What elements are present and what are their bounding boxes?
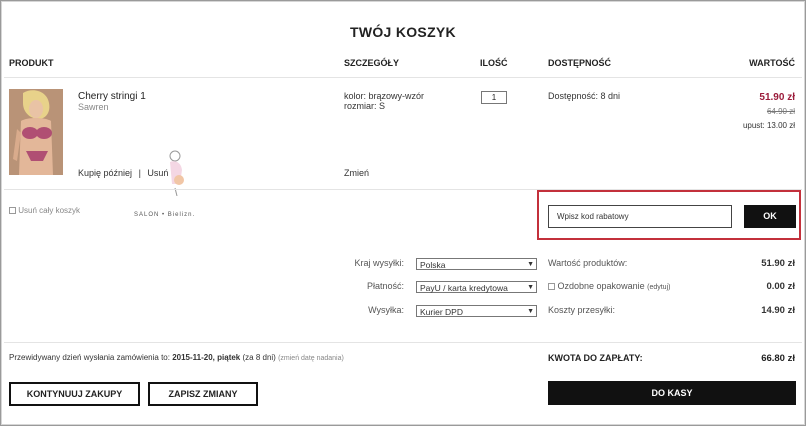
size-value: S — [379, 101, 386, 111]
dropdown-arrow-icon: ▼ — [527, 261, 534, 268]
save-changes-button[interactable]: ZAPISZ ZMIANY — [148, 382, 258, 406]
gift-wrap-option[interactable]: Ozdobne opakowanie (edytuj) — [548, 281, 670, 291]
dispatch-days: (za 8 dni) — [242, 353, 276, 362]
old-price: 64.90 zł — [766, 107, 795, 116]
buy-later-link[interactable]: Kupię później — [78, 168, 132, 178]
gift-wrap-edit-link[interactable]: (edytuj) — [647, 284, 670, 291]
gift-wrap-label: Ozdobne opakowanie — [557, 281, 645, 291]
payment-value: PayU / karta kredytowa — [420, 283, 508, 293]
change-dispatch-date-link[interactable]: (zmień datę nadania) — [278, 355, 344, 362]
remove-cart-label: Usuń cały koszyk — [18, 206, 81, 215]
coupon-ok-button[interactable]: OK — [744, 205, 796, 228]
product-image[interactable] — [9, 89, 63, 175]
page-title: TWÓJ KOSZYK — [350, 24, 456, 40]
delivery-method-label: Wysyłka: — [368, 305, 404, 315]
remove-cart[interactable]: Usuń cały koszyk — [9, 206, 80, 215]
column-availability: DOSTĘPNOŚĆ — [548, 58, 612, 68]
column-product: PRODUKT — [9, 58, 54, 68]
payment-label: Płatność: — [366, 281, 404, 291]
dispatch-prefix: Przewidywany dzień wysłania zamówienia t… — [9, 353, 170, 362]
delivery-method-value: Kurier DPD — [420, 307, 463, 317]
item-actions: Kupię później | Usuń — [78, 168, 168, 178]
dropdown-arrow-icon: ▼ — [527, 284, 534, 291]
products-value: 51.90 zł — [761, 258, 795, 269]
quantity-input[interactable]: 1 — [481, 91, 507, 104]
country-value: Polska — [420, 260, 446, 270]
dispatch-info: Przewidywany dzień wysłania zamówienia t… — [9, 353, 344, 362]
change-link[interactable]: Zmień — [344, 168, 369, 178]
product-size: rozmiar: S — [344, 101, 385, 111]
discount-text: upust: 13.00 zł — [742, 121, 795, 130]
column-details: SZCZEGÓŁY — [344, 58, 400, 68]
availability-text: Dostępność: 8 dni — [548, 91, 621, 101]
delivery-method-select[interactable]: Kurier DPD ▼ — [416, 305, 537, 317]
checkbox-icon[interactable] — [9, 207, 16, 215]
products-value-label: Wartość produktów: — [548, 258, 628, 268]
country-label: Kraj wysyłki: — [354, 258, 404, 268]
color-label: kolor: — [344, 91, 367, 101]
price: 51.90 zł — [759, 92, 795, 103]
total-label: KWOTA DO ZAPŁATY: — [548, 353, 643, 363]
dropdown-arrow-icon: ▼ — [527, 308, 534, 315]
shipping-cost-value: 14.90 zł — [761, 305, 795, 316]
checkout-button[interactable]: DO KASY — [548, 381, 796, 405]
product-brand: Sawren — [78, 102, 109, 112]
checkbox-icon[interactable] — [548, 283, 555, 291]
continue-shopping-button[interactable]: KONTYNUUJ ZAKUPY — [9, 382, 140, 406]
column-qty: ILOŚĆ — [480, 58, 508, 68]
watermark-text: SALON • Bielizn. — [134, 212, 196, 218]
dispatch-date: 2015-11-20, piątek — [172, 353, 241, 362]
country-select[interactable]: Polska ▼ — [416, 258, 537, 270]
payment-select[interactable]: PayU / karta kredytowa ▼ — [416, 281, 537, 293]
action-separator: | — [138, 168, 141, 178]
divider — [4, 77, 802, 78]
column-value: WARTOŚĆ — [749, 58, 795, 68]
size-label: rozmiar: — [344, 101, 377, 111]
product-name[interactable]: Cherry stringi 1 — [78, 91, 146, 102]
gift-wrap-value: 0.00 zł — [766, 281, 795, 292]
product-color: kolor: brązowy-wzór — [344, 91, 424, 101]
shipping-cost-label: Koszty przesyłki: — [548, 305, 616, 315]
color-value: brązowy-wzór — [368, 91, 425, 101]
divider — [4, 342, 802, 343]
coupon-input[interactable]: Wpisz kod rabatowy — [548, 205, 732, 228]
total-value: 66.80 zł — [761, 353, 795, 364]
